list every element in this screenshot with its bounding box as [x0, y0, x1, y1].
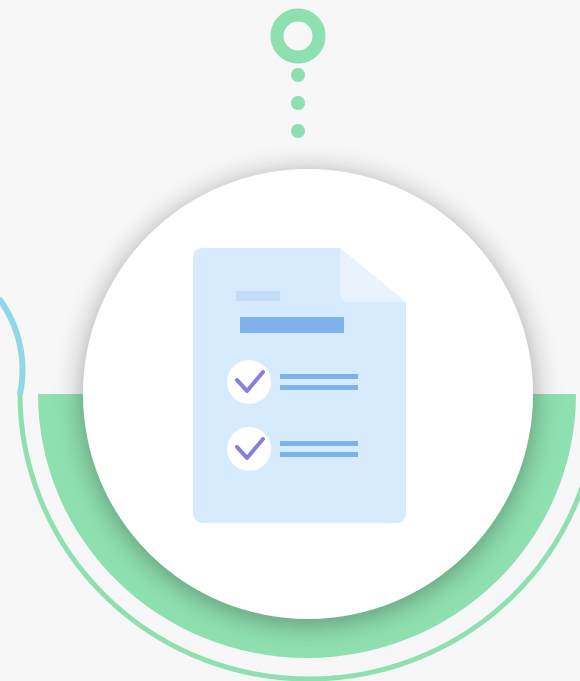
dot-icon — [291, 124, 305, 138]
item-text-line — [280, 452, 358, 457]
item-text-line — [280, 374, 358, 379]
illustration-canvas — [0, 0, 580, 681]
dot-icon — [291, 68, 305, 82]
document-icon — [193, 248, 406, 523]
illustration-svg — [0, 8, 580, 681]
document-title-line — [240, 317, 344, 333]
dot-icon — [291, 96, 305, 110]
document-subtitle-line — [236, 291, 280, 301]
check-badge — [227, 360, 271, 404]
item-text-line — [280, 385, 358, 390]
item-text-line — [280, 441, 358, 446]
check-badge — [227, 427, 271, 471]
teal-arc — [0, 297, 26, 397]
ring-icon — [270, 8, 326, 64]
